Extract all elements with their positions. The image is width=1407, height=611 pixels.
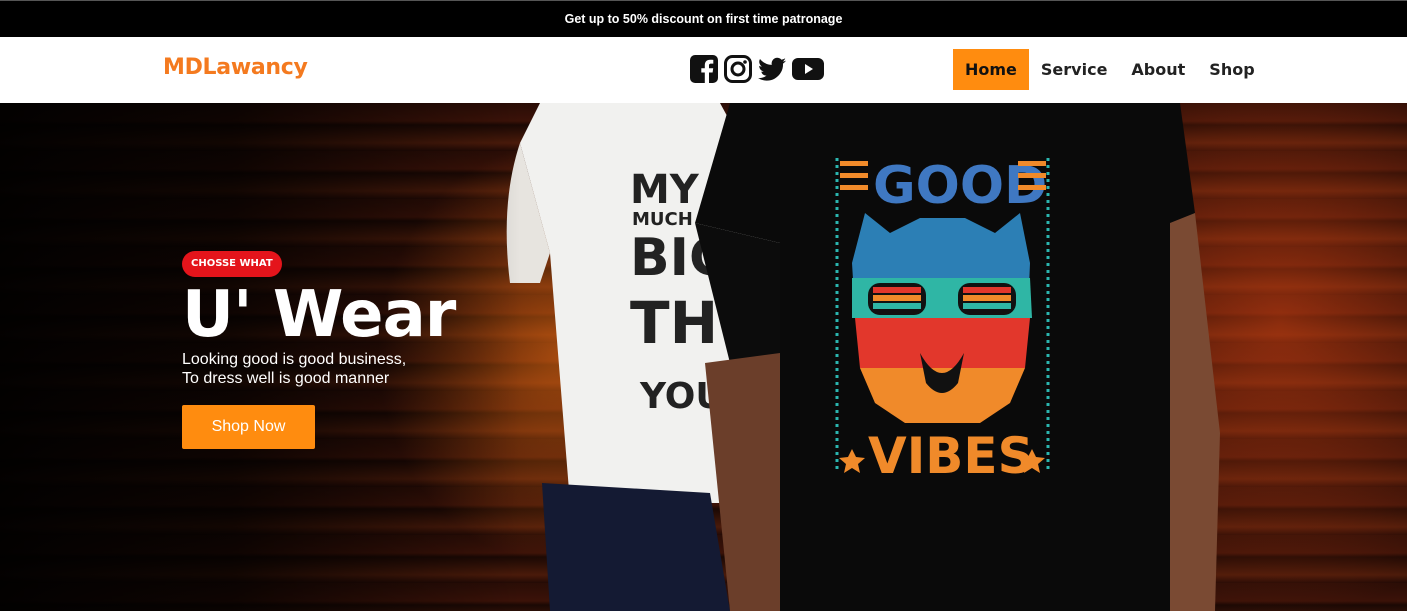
instagram-icon[interactable] xyxy=(723,54,753,84)
hero-tag: CHOSSE WHAT xyxy=(182,251,282,277)
back-shirt-text-2: MUCH xyxy=(632,209,693,230)
announcement-text: Get up to 50% discount on first time pat… xyxy=(564,12,843,26)
hero-image: MY MUCH BIG TH YOU GOOD VIBES xyxy=(506,103,1220,611)
announcement-bar: Get up to 50% discount on first time pat… xyxy=(0,0,1407,37)
hero-section: MY MUCH BIG TH YOU GOOD VIBES CHOSSE WHA… xyxy=(0,103,1407,611)
social-links xyxy=(689,54,825,84)
twitter-icon[interactable] xyxy=(757,54,787,84)
brand-logo[interactable]: MDLawancy xyxy=(163,55,308,80)
youtube-icon[interactable] xyxy=(791,54,825,84)
hero-subtitle-line-2: To dress well is good manner xyxy=(182,370,390,387)
main-nav: Home Service About Shop xyxy=(953,49,1267,90)
nav-shop[interactable]: Shop xyxy=(1197,49,1266,90)
front-shirt-text-bottom: VIBES xyxy=(868,427,1034,485)
shop-now-button[interactable]: Shop Now xyxy=(182,405,315,449)
nav-service[interactable]: Service xyxy=(1029,49,1120,90)
back-shirt-text-1: MY xyxy=(630,167,700,213)
hero-content: CHOSSE WHAT U' Wear Looking good is good… xyxy=(182,251,456,449)
hero-headline: U' Wear xyxy=(182,278,456,352)
facebook-icon[interactable] xyxy=(689,54,719,84)
navbar: MDLawancy Home Service About Shop xyxy=(0,37,1407,103)
back-shirt-text-4: TH xyxy=(630,289,718,357)
nav-home[interactable]: Home xyxy=(953,49,1029,90)
nav-about[interactable]: About xyxy=(1119,49,1197,90)
hero-subtitle-line-1: Looking good is good business, xyxy=(182,351,407,368)
